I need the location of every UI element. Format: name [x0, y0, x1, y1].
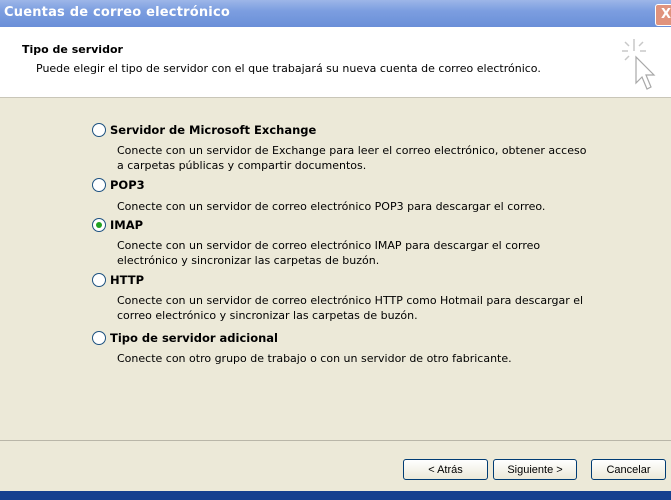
radio-imap[interactable]	[92, 218, 106, 232]
close-button[interactable]: X	[655, 4, 671, 26]
radio-http[interactable]	[92, 273, 106, 287]
radio-pop3[interactable]	[92, 178, 106, 192]
next-button[interactable]: Siguiente >	[493, 459, 577, 480]
option-desc-http: Conecte con un servidor de correo electr…	[117, 294, 584, 322]
back-button[interactable]: < Atrás	[403, 459, 488, 480]
footer-divider	[0, 440, 671, 441]
header-title: Tipo de servidor	[22, 43, 123, 56]
option-label-imap[interactable]: IMAP	[110, 218, 143, 232]
header-subtitle: Puede elegir el tipo de servidor con el …	[36, 62, 541, 75]
option-desc-exchange: Conecte con un servidor de Exchange para…	[117, 144, 587, 172]
option-label-exchange[interactable]: Servidor de Microsoft Exchange	[110, 123, 316, 137]
option-desc-additional: Conecte con otro grupo de trabajo o con …	[117, 352, 512, 365]
option-label-additional[interactable]: Tipo de servidor adicional	[110, 331, 278, 345]
option-label-pop3[interactable]: POP3	[110, 178, 145, 192]
option-desc-imap: Conecte con un servidor de correo electr…	[117, 239, 541, 267]
option-desc-pop3: Conecte con un servidor de correo electr…	[117, 200, 546, 213]
window-title: Cuentas de correo electrónico	[4, 5, 231, 20]
option-label-http[interactable]: HTTP	[110, 273, 144, 287]
taskbar-strip	[0, 491, 671, 500]
cancel-button[interactable]: Cancelar	[591, 459, 666, 480]
radio-additional[interactable]	[92, 331, 106, 345]
wizard-cursor-icon	[622, 39, 656, 90]
radio-exchange[interactable]	[92, 123, 106, 137]
title-bar: Cuentas de correo electrónico X	[0, 0, 671, 27]
wizard-header: Tipo de servidor Puede elegir el tipo de…	[0, 27, 671, 98]
